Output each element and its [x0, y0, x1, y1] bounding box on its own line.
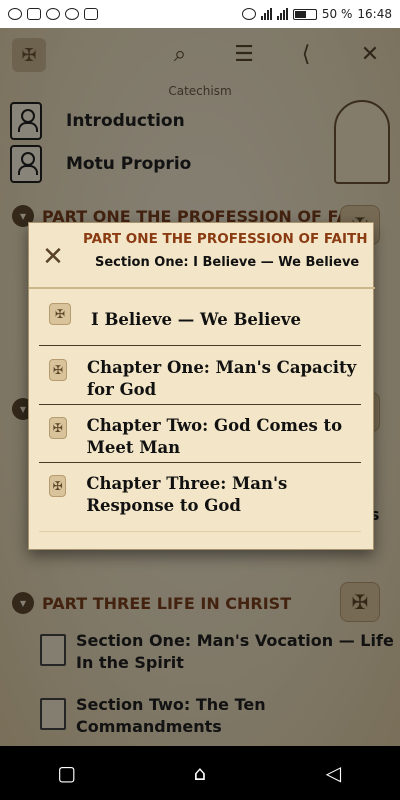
chat-icon [8, 8, 22, 20]
hotspot-icon [241, 8, 256, 20]
sync-icon [65, 8, 79, 20]
dialog-item-label: Chapter Three: Man's Response to God [86, 474, 288, 515]
recent-apps-icon[interactable]: ▢ [47, 753, 87, 793]
dialog-item[interactable]: ✠ Chapter Two: God Comes to Meet Man [39, 415, 363, 459]
dialog-item-label: I Believe — We Believe [91, 310, 302, 329]
back-icon[interactable]: ◁ [313, 753, 353, 793]
status-bar: 50 % 16:48 [0, 0, 400, 28]
home-icon[interactable]: ⌂ [180, 753, 220, 793]
dialog-item[interactable]: ✠ Chapter Three: Man's Response to God [39, 473, 363, 517]
dialog-divider [29, 287, 375, 289]
signal-icon [260, 8, 272, 20]
seal-icon: ✠ [49, 359, 68, 381]
wifi-icon [46, 8, 60, 20]
image-icon [27, 8, 41, 20]
dialog-subtitle: Section One: I Believe — We Believe [95, 255, 360, 270]
row-divider [39, 404, 361, 405]
close-icon[interactable]: ✕ [37, 241, 69, 273]
navigation-bar: ▢ ⌂ ◁ [0, 746, 400, 800]
dialog-item[interactable]: ✠ I Believe — We Believe [39, 301, 363, 331]
seal-icon: ✠ [49, 417, 67, 439]
phone-icon [84, 8, 98, 20]
row-divider [39, 345, 361, 346]
row-divider [39, 462, 361, 463]
section-dialog: ✕ PART ONE THE PROFESSION OF FAITH Secti… [28, 222, 375, 550]
seal-icon: ✠ [49, 475, 67, 497]
row-divider [39, 531, 361, 532]
clock: 16:48 [357, 7, 392, 21]
status-notifications [8, 8, 98, 20]
dialog-item-label: Chapter One: Man's Capacity for God [87, 358, 357, 399]
battery-icon [292, 8, 317, 20]
dialog-title: PART ONE THE PROFESSION OF FAITH [83, 231, 368, 247]
dialog-item[interactable]: ✠ Chapter One: Man's Capacity for God [39, 357, 363, 401]
status-system: 50 % 16:48 [241, 7, 392, 21]
battery-percent: 50 % [321, 7, 353, 21]
signal-2-icon [276, 8, 288, 20]
dialog-item-label: Chapter Two: God Comes to Meet Man [86, 416, 343, 457]
seal-icon: ✠ [49, 303, 71, 325]
